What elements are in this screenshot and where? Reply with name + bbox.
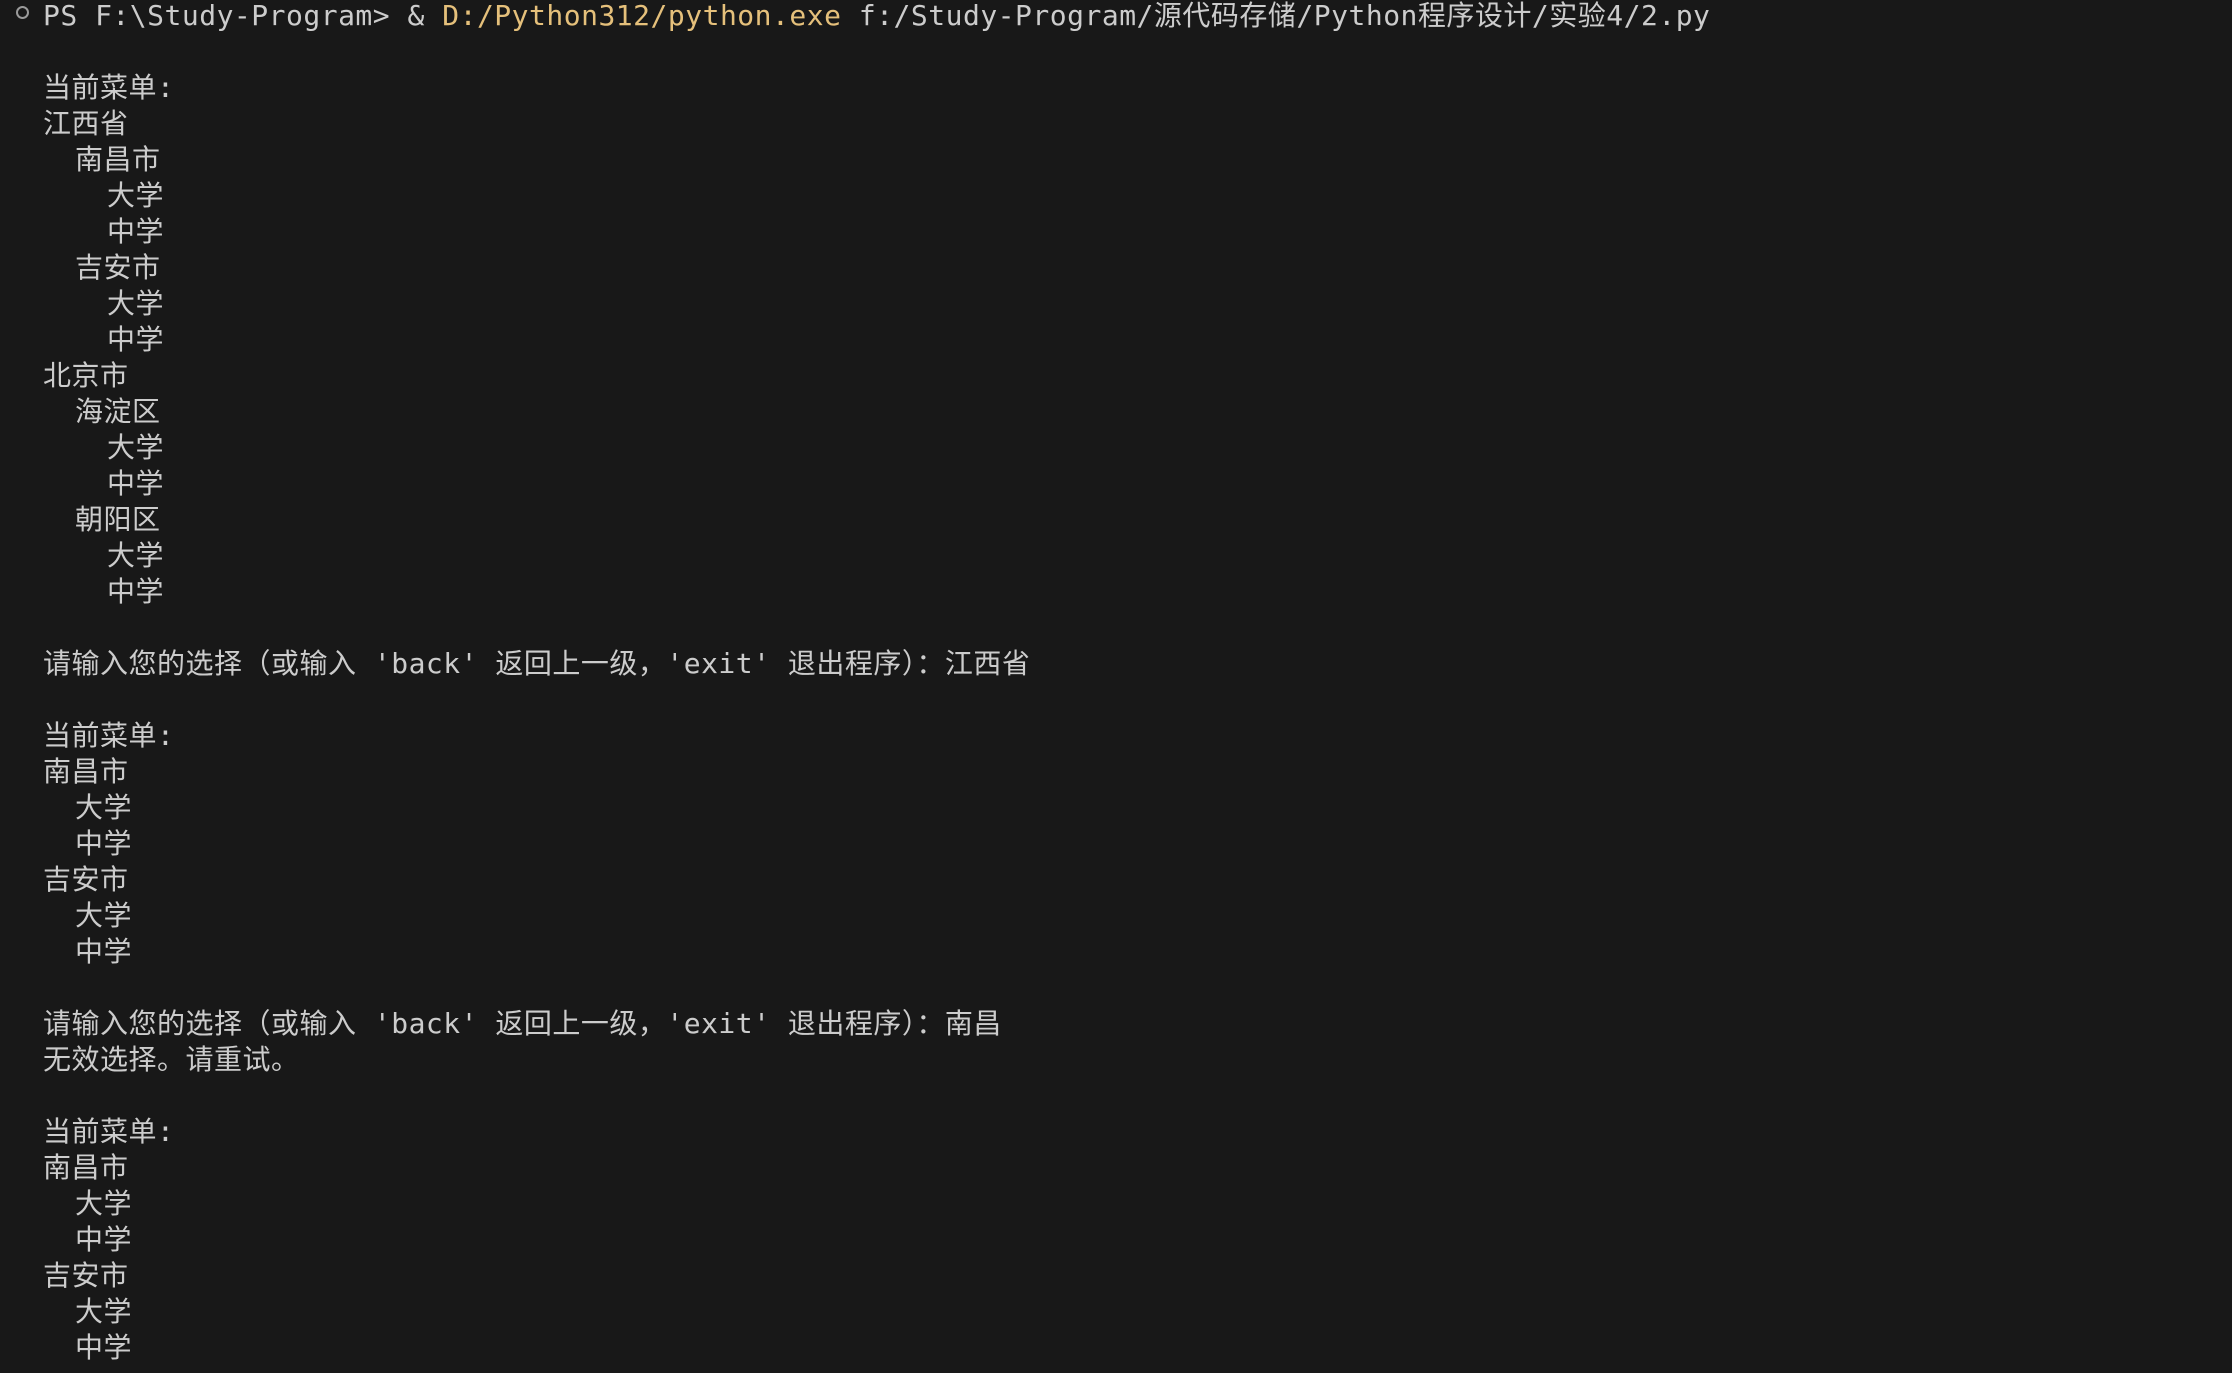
menu-title: 当前菜单:: [43, 719, 175, 752]
menu-item-province: 江西省: [43, 107, 129, 140]
user-input-text: 江西省: [944, 647, 1031, 680]
python-executable-path: D:/Python312/python.exe: [442, 0, 842, 32]
menu-item-school: 中学: [75, 1331, 133, 1364]
menu-item-city: 南昌市: [43, 755, 129, 788]
menu-item-school: 大学: [107, 287, 165, 320]
menu-item-district: 海淀区: [75, 395, 161, 428]
shell-prompt: PS F:\Study-Program>: [43, 0, 408, 32]
menu-item-school: 大学: [107, 179, 165, 212]
menu-title: 当前菜单:: [43, 71, 175, 104]
input-prompt-text: 请输入您的选择（或输入 'back' 返回上一级，'exit' 退出程序）：: [43, 647, 945, 680]
menu-item-school: 大学: [107, 431, 165, 464]
menu-item-school: 中学: [75, 1223, 133, 1256]
menu-item-school: 中学: [75, 827, 133, 860]
command-line: PS F:\Study-Program> & D:/Python312/pyth…: [43, 0, 1710, 34]
menu-item-city: 吉安市: [43, 1259, 129, 1292]
error-message: 无效选择。请重试。: [43, 1043, 300, 1076]
menu-item-school: 中学: [107, 215, 165, 248]
user-input-text: 南昌: [944, 1007, 1002, 1040]
input-prompt-line: 请输入您的选择（或输入 'back' 返回上一级，'exit' 退出程序）：江西…: [43, 646, 1030, 682]
script-path: f:/Study-Program/源代码存储/Python程序设计/实验4/2.…: [841, 0, 1711, 32]
input-prompt-text: 请输入您的选择（或输入 'back' 返回上一级，'exit' 退出程序）：: [43, 1007, 945, 1040]
menu-item-city: 南昌市: [43, 1151, 129, 1184]
menu-item-city: 南昌市: [75, 143, 161, 176]
menu-item-school: 大学: [75, 899, 133, 932]
menu-title: 当前菜单:: [43, 1115, 175, 1148]
menu-item-city: 吉安市: [75, 251, 161, 284]
menu-item-school: 中学: [75, 935, 133, 968]
input-prompt-line: 请输入您的选择（或输入 'back' 返回上一级，'exit' 退出程序）：南昌: [43, 1006, 1002, 1042]
menu-item-city: 吉安市: [43, 863, 129, 896]
menu-item-school: 中学: [107, 467, 165, 500]
menu-item-school: 大学: [75, 791, 133, 824]
menu-item-school: 中学: [107, 323, 165, 356]
menu-item-province: 北京市: [43, 359, 129, 392]
menu-item-school: 大学: [107, 539, 165, 572]
menu-item-district: 朝阳区: [75, 503, 161, 536]
terminal-panel[interactable]: PS F:\Study-Program> & D:/Python312/pyth…: [0, 0, 2232, 1373]
menu-item-school: 中学: [107, 575, 165, 608]
command-status-circle-icon[interactable]: [16, 6, 29, 19]
menu-item-school: 大学: [75, 1295, 133, 1328]
call-operator: &: [407, 0, 443, 32]
menu-item-school: 大学: [75, 1187, 133, 1220]
